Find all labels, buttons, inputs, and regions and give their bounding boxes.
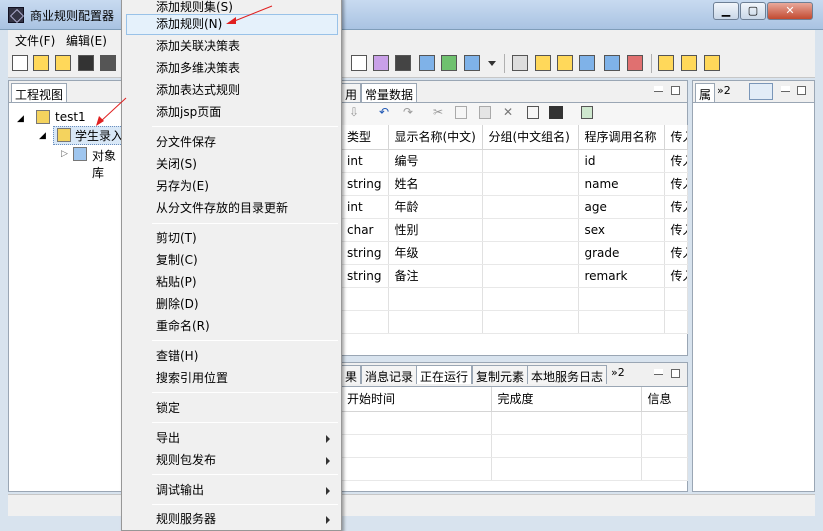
annotation-overlay	[96, 5, 273, 126]
annotation-arrow-line	[231, 5, 273, 23]
annotation-arrow-head	[96, 116, 104, 126]
annotation-arrow-line	[99, 97, 127, 123]
annotation-arrow-head	[226, 17, 236, 24]
